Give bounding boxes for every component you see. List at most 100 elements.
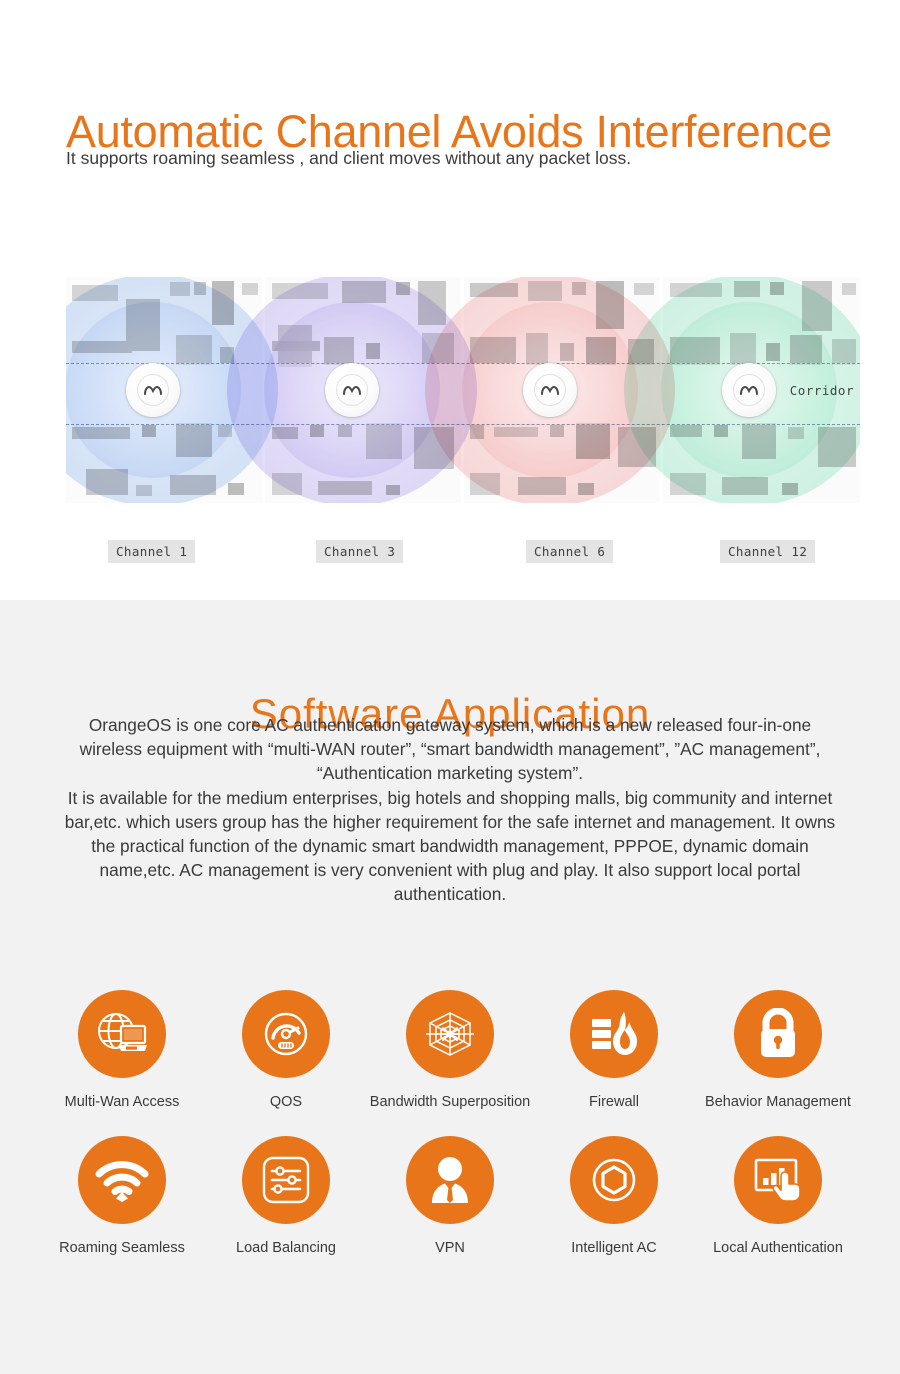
hero-section: Automatic Channel Avoids Interference It… <box>0 0 900 600</box>
furniture-block <box>272 283 328 299</box>
feature-badge <box>570 990 658 1078</box>
furniture-block <box>670 473 706 495</box>
feature-badge <box>406 990 494 1078</box>
software-paragraph-2: It is available for the medium enterpris… <box>64 787 836 905</box>
padlock-icon <box>761 1008 795 1057</box>
furniture-block <box>422 333 454 363</box>
speedometer-icon <box>264 1012 308 1056</box>
furniture-block <box>734 281 760 297</box>
furniture-block <box>586 337 616 365</box>
channel-chip-2: Channel 3 <box>316 540 404 563</box>
feature-vpn[interactable]: VPN <box>368 1136 532 1257</box>
furniture-block <box>518 477 566 495</box>
channel-chip-row: Channel 1 Channel 3 Channel 6 Channel 12 <box>66 540 860 564</box>
feature-grid: Multi-Wan Access QOS Bandwidth Superposi… <box>40 990 860 1257</box>
furniture-block <box>494 427 538 437</box>
furniture-block <box>272 473 302 495</box>
furniture-block <box>366 423 402 459</box>
furniture-block <box>560 343 574 361</box>
feature-label: Multi-Wan Access <box>64 1094 180 1110</box>
feature-badge <box>242 990 330 1078</box>
furniture-block <box>414 427 454 469</box>
furniture-block <box>324 337 354 365</box>
access-point-3[interactable] <box>523 363 578 417</box>
feature-load-balancing[interactable]: Load Balancing <box>204 1136 368 1257</box>
feature-label: Roaming Seamless <box>59 1240 185 1256</box>
furniture-block <box>628 339 654 365</box>
furniture-block <box>142 425 156 437</box>
furniture-block <box>470 425 484 439</box>
access-point-1[interactable] <box>126 363 181 417</box>
feature-label: Behavior Management <box>705 1094 851 1110</box>
furniture-block <box>572 282 586 295</box>
furniture-block <box>802 281 832 331</box>
spider-web-icon <box>426 1012 474 1056</box>
furniture-block <box>742 423 776 459</box>
feature-bandwidth-superposition[interactable]: Bandwidth Superposition <box>368 990 532 1111</box>
furniture-block <box>770 282 784 295</box>
channel-chip-1: Channel 1 <box>108 540 196 563</box>
ap-logo-icon <box>144 385 163 395</box>
feature-multi-wan-access[interactable]: Multi-Wan Access <box>40 990 204 1111</box>
access-point-4[interactable] <box>721 363 776 417</box>
furniture-block <box>528 281 562 301</box>
feature-badge <box>78 1136 166 1224</box>
feature-badge <box>734 990 822 1078</box>
furniture-block <box>220 347 234 363</box>
feature-label: Load Balancing <box>236 1240 336 1256</box>
furniture-block <box>176 335 212 365</box>
feature-row-2: Roaming Seamless Load Balancing VPN Inte… <box>40 1136 860 1257</box>
feature-local-authentication[interactable]: Local Authentication <box>696 1136 860 1257</box>
feature-roaming-seamless[interactable]: Roaming Seamless <box>40 1136 204 1257</box>
furniture-block <box>470 283 518 297</box>
furniture-block <box>714 425 728 437</box>
page-subtitle: It supports roaming seamless , and clien… <box>66 148 632 168</box>
feature-intelligent-ac[interactable]: Intelligent AC <box>532 1136 696 1257</box>
furniture-block <box>386 485 400 495</box>
furniture-block <box>832 339 856 365</box>
feature-label: Firewall <box>589 1094 639 1110</box>
channel-chip-3: Channel 6 <box>526 540 614 563</box>
ap-logo-icon <box>342 385 361 395</box>
furniture-block <box>228 483 244 495</box>
furniture-block <box>670 425 702 437</box>
furniture-block <box>634 283 654 295</box>
feature-behavior-management[interactable]: Behavior Management <box>696 990 860 1111</box>
furniture-block <box>272 341 320 351</box>
channel-chip-4: Channel 12 <box>720 540 816 563</box>
furniture-block <box>170 282 190 296</box>
sliders-icon <box>262 1156 310 1204</box>
furniture-block <box>212 281 234 325</box>
feature-row-1: Multi-Wan Access QOS Bandwidth Superposi… <box>40 990 860 1111</box>
user-tie-icon <box>432 1157 468 1203</box>
ap-logo-icon <box>541 385 560 395</box>
furniture-block <box>470 337 516 363</box>
furniture-block <box>670 337 720 365</box>
feature-badge <box>406 1136 494 1224</box>
furniture-block <box>526 333 548 365</box>
feature-qos[interactable]: QOS <box>204 990 368 1111</box>
furniture-block <box>194 282 206 295</box>
furniture-block <box>842 283 856 295</box>
furniture-block <box>86 469 128 495</box>
furniture-block <box>618 427 656 467</box>
feature-firewall[interactable]: Firewall <box>532 990 696 1111</box>
feature-badge <box>242 1136 330 1224</box>
wifi-icon <box>95 1161 149 1202</box>
access-point-2[interactable] <box>324 363 379 417</box>
furniture-block <box>342 281 386 303</box>
furniture-block <box>218 425 232 437</box>
furniture-block <box>72 341 132 353</box>
furniture-block <box>818 427 856 467</box>
furniture-block <box>596 281 624 329</box>
furniture-block <box>418 281 446 325</box>
furniture-block <box>72 427 130 439</box>
furniture-block <box>396 282 410 295</box>
ap-logo-icon <box>739 385 758 395</box>
furniture-block <box>338 425 352 437</box>
feature-badge <box>570 1136 658 1224</box>
firewall-flame-icon <box>592 1012 637 1055</box>
globe-laptop-icon <box>98 1013 147 1051</box>
furniture-block <box>790 335 822 365</box>
page-root: Automatic Channel Avoids Interference It… <box>0 0 900 1374</box>
